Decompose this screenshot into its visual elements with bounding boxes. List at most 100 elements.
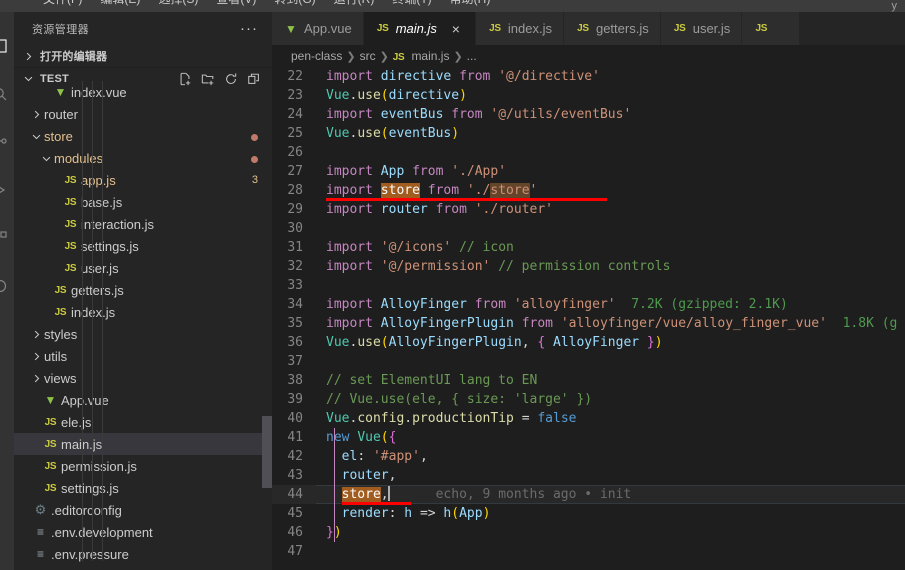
breadcrumb-item[interactable]: src — [360, 49, 376, 63]
tab-bar[interactable]: ▼ App.vue JS main.js × JS index.js JS getters.js… — [272, 12, 905, 45]
tree-item--editorconfig[interactable]: ⚙ .editorconfig — [14, 499, 272, 521]
tree-item-settings-js[interactable]: JS settings.js — [14, 235, 272, 257]
tree-item--env-development[interactable]: ≡ .env.development — [14, 521, 272, 543]
code-line-41[interactable]: 41 new Vue({ — [272, 428, 905, 447]
code-line-37[interactable]: 37 — [272, 352, 905, 371]
menu-item-7[interactable]: 帮助(H) — [441, 0, 500, 12]
tree-item-main-js[interactable]: JSmain.js — [14, 433, 272, 455]
code-editor[interactable]: 22 import directive from '@/directive' 23 V… — [272, 67, 905, 570]
sidebar-scrollbar[interactable] — [262, 416, 272, 488]
menu-item-6[interactable]: 终端(T) — [383, 0, 440, 12]
tree-item-ele-js[interactable]: JS ele.js — [14, 411, 272, 433]
menu-item-1[interactable]: 编辑(E) — [91, 0, 149, 12]
tree-item-modules[interactable]: modules — [14, 147, 272, 169]
code-line-27[interactable]: 27 import App from './App' — [272, 162, 905, 181]
code-line-33[interactable]: 33 — [272, 276, 905, 295]
bundle-size-inlay: 1.8K (g — [826, 316, 898, 331]
menu-item-4[interactable]: 转到(G) — [265, 0, 324, 12]
tree-item--env-pressure[interactable]: ≡ .env.pressure — [14, 543, 272, 565]
tab-clipped[interactable]: JS — [742, 12, 801, 45]
code-line-46[interactable]: 46}) — [272, 523, 905, 542]
code-line-45[interactable]: 45 render: h => h(App) — [272, 504, 905, 523]
code-line-42[interactable]: 42 el: '#app', — [272, 447, 905, 466]
tab-user-js[interactable]: JS user.js — [660, 12, 743, 45]
test-icon[interactable] — [0, 272, 14, 300]
code-line-36[interactable]: 36 Vue.use(AlloyFingerPlugin, { AlloyFing… — [272, 333, 905, 352]
tree-item-app-vue[interactable]: ▼ App.vue — [14, 389, 272, 411]
tree-item-store[interactable]: store — [14, 125, 272, 147]
code-line-43[interactable]: 43 router, — [272, 466, 905, 485]
menu-item-5[interactable]: 运行(R) — [325, 0, 384, 12]
code-line-26[interactable]: 26 — [272, 143, 905, 162]
tree-indent-guide — [102, 81, 103, 561]
tree-item-interaction-js[interactable]: JS interaction.js — [14, 213, 272, 235]
js-file-icon: JS — [44, 416, 57, 428]
code-line-40[interactable]: 40 Vue.config.productionTip = false — [272, 409, 905, 428]
extensions-icon[interactable] — [0, 224, 14, 252]
text-file-icon: ≡ — [36, 547, 44, 561]
chevron-right-icon — [30, 373, 42, 384]
breadcrumb-file-icon: JS — [393, 49, 405, 63]
tab-index-js[interactable]: JS index.js — [475, 12, 564, 45]
tree-item-styles[interactable]: styles — [14, 323, 272, 345]
menu-item-0[interactable]: 文件(F) — [34, 0, 91, 12]
menu-item-3[interactable]: 查看(V) — [207, 0, 265, 12]
tab-label: main.js — [395, 21, 437, 36]
code-line-47[interactable]: 47 — [272, 542, 905, 561]
indent-guide — [334, 466, 335, 485]
tree-item-router[interactable]: router — [14, 103, 272, 125]
tree-item-getters-js[interactable]: JS getters.js — [14, 279, 272, 301]
line-number: 45 — [287, 506, 303, 521]
source-control-icon[interactable] — [0, 128, 14, 156]
chevron-right-icon — [30, 109, 42, 120]
search-icon[interactable] — [0, 80, 14, 108]
run-debug-icon[interactable] — [0, 176, 14, 204]
tab-getters-js[interactable]: JS getters.js — [563, 12, 661, 45]
tree-item-base-js[interactable]: JSbase.js — [14, 191, 272, 213]
tree-item-user-js[interactable]: JS user.js — [14, 257, 272, 279]
tree-item-utils[interactable]: utils — [14, 345, 272, 367]
tree-item-views[interactable]: views — [14, 367, 272, 389]
tab-app-vue[interactable]: ▼ App.vue — [272, 12, 364, 45]
code-line-24[interactable]: 24 import eventBus from '@/utils/eventBus… — [272, 105, 905, 124]
explorer-more-actions-icon[interactable]: ··· — [240, 21, 258, 36]
line-number: 37 — [287, 354, 303, 369]
js-file-icon: JS — [392, 52, 405, 63]
line-number: 31 — [287, 240, 303, 255]
js-file-icon: JS — [755, 23, 768, 34]
indent-guide — [334, 485, 335, 504]
code-line-23[interactable]: 23 Vue.use(directive) — [272, 86, 905, 105]
breadcrumb[interactable]: pen-class ❯ src ❯ JS main.js ❯... — [272, 45, 905, 67]
code-line-38[interactable]: 38 // set ElementUI lang to EN — [272, 371, 905, 390]
tree-item-index-vue[interactable]: ▼ index.vue — [14, 81, 272, 103]
tree-item-settings-js[interactable]: JS settings.js — [14, 477, 272, 499]
breadcrumb-item[interactable]: ... — [467, 49, 477, 63]
tree-item-permission-js[interactable]: JS permission.js — [14, 455, 272, 477]
breadcrumb-item[interactable]: main.js — [411, 49, 449, 63]
tree-item-app-js[interactable]: JS app.js 3 — [14, 169, 272, 191]
code-line-25[interactable]: 25 Vue.use(eventBus) — [272, 124, 905, 143]
breadcrumb-item[interactable]: pen-class — [291, 49, 342, 63]
explorer-icon[interactable] — [0, 32, 14, 60]
line-number: 24 — [287, 107, 303, 122]
code-line-30[interactable]: 30 — [272, 219, 905, 238]
tab-label: App.vue — [304, 21, 352, 36]
file-tree[interactable]: ▼index.vuerouterstoremodulesJSapp.js3JSb… — [14, 81, 272, 565]
menu-item-2[interactable]: 选择(S) — [149, 0, 207, 12]
close-icon[interactable]: × — [448, 21, 464, 37]
menu-bar: 文件(F)编辑(E)选择(S)查看(V)转到(G)运行(R)终端(T)帮助(H)… — [0, 0, 905, 12]
line-number: 39 — [287, 392, 303, 407]
tree-item-index-js[interactable]: JS index.js — [14, 301, 272, 323]
code-line-35[interactable]: 35 import AlloyFingerPlugin from 'alloyfi… — [272, 314, 905, 333]
code-line-31[interactable]: 31 import '@/icons' // icon — [272, 238, 905, 257]
code-line-39[interactable]: 39 // Vue.use(ele, { size: 'large' }) — [272, 390, 905, 409]
code-line-34[interactable]: 34 import AlloyFinger from 'alloyfinger' … — [272, 295, 905, 314]
code-line-29[interactable]: 29 import router from './router' — [272, 200, 905, 219]
code-line-32[interactable]: 32 import '@/permission' // permission co… — [272, 257, 905, 276]
tab-main-js[interactable]: JS main.js × — [363, 12, 476, 45]
code-text: import '@/icons' // icon — [326, 240, 514, 255]
tab-label: index.js — [507, 21, 552, 36]
open-editors-section[interactable]: 打开的编辑器 — [14, 45, 272, 67]
code-line-22[interactable]: 22 import directive from '@/directive' — [272, 67, 905, 86]
